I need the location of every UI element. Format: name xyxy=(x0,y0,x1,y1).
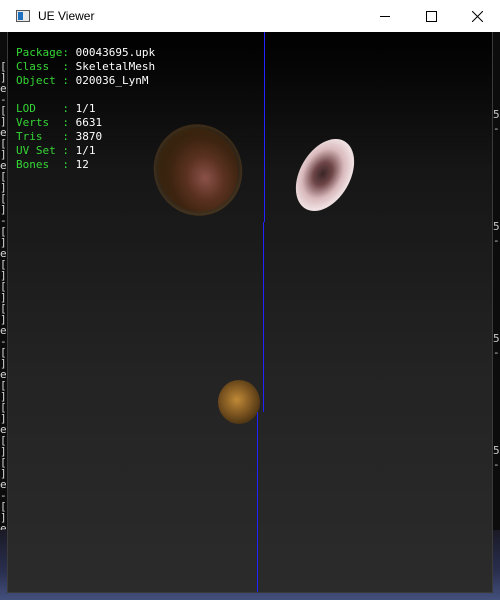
info-label: Object : xyxy=(16,74,69,87)
window-controls xyxy=(362,0,500,32)
info-label: Bones : xyxy=(16,158,69,171)
info-label: Tris : xyxy=(16,130,69,143)
app-icon xyxy=(16,10,30,22)
maximize-button[interactable] xyxy=(408,0,454,32)
close-button[interactable] xyxy=(454,0,500,32)
info-bones: Bones : 12 xyxy=(16,158,155,172)
info-value: 12 xyxy=(75,158,89,171)
console-glyph: - xyxy=(493,234,500,247)
info-verts: Verts : 6631 xyxy=(16,116,155,130)
console-glyph: 5 xyxy=(493,332,500,345)
info-label: UV Set : xyxy=(16,144,69,157)
info-class: Class : SkeletalMesh xyxy=(16,60,155,74)
axis-line-top xyxy=(264,32,265,222)
ue-viewer-window: UE Viewer Package: 00043695.upk Class : … xyxy=(0,0,500,592)
info-tris: Tris : 3870 xyxy=(16,130,155,144)
info-package: Package: 00043695.upk xyxy=(16,46,155,60)
title-bar[interactable]: UE Viewer xyxy=(0,0,500,32)
window-title: UE Viewer xyxy=(38,9,95,23)
maximize-icon xyxy=(425,10,437,22)
info-label: Class : xyxy=(16,60,69,73)
console-glyph: 5 xyxy=(493,220,500,233)
close-icon xyxy=(471,10,483,22)
info-uvset: UV Set : 1/1 xyxy=(16,144,155,158)
3d-viewport[interactable]: Package: 00043695.upk Class : SkeletalMe… xyxy=(8,32,492,592)
axis-line-mid xyxy=(263,222,264,412)
minimize-button[interactable] xyxy=(362,0,408,32)
info-object: Object : 020036_LynM xyxy=(16,74,155,88)
mesh-part-dark-sphere xyxy=(146,116,250,224)
info-value: 3870 xyxy=(75,130,103,143)
minimize-icon xyxy=(379,15,390,17)
mesh-info-overlay: Package: 00043695.upk Class : SkeletalMe… xyxy=(16,46,155,172)
info-value: 020036_LynM xyxy=(75,74,149,87)
mesh-part-small-sphere xyxy=(218,380,260,424)
info-value: 1/1 xyxy=(75,102,96,115)
console-glyph: 5 xyxy=(493,444,500,457)
background-console-right: 5-5-5-5-5- xyxy=(492,32,500,600)
console-glyph: 5 xyxy=(493,108,500,121)
info-lod: LOD : 1/1 xyxy=(16,102,155,116)
background-console-left: [] e -[] e[] e[][] -[] e[][][] e -[] e[][] e[][] e -… xyxy=(0,32,8,600)
mesh-part-light-ring xyxy=(283,128,367,222)
info-value: 1/1 xyxy=(75,144,96,157)
console-glyph: - xyxy=(493,122,500,135)
info-value: 6631 xyxy=(75,116,103,129)
console-glyph: - xyxy=(493,346,500,359)
axis-line-bottom xyxy=(257,412,258,592)
info-label: Package: xyxy=(16,46,69,59)
info-label: Verts : xyxy=(16,116,69,129)
info-label: LOD : xyxy=(16,102,69,115)
info-value: 00043695.upk xyxy=(75,46,156,59)
console-glyph: - xyxy=(493,458,500,471)
info-value: SkeletalMesh xyxy=(75,60,156,73)
